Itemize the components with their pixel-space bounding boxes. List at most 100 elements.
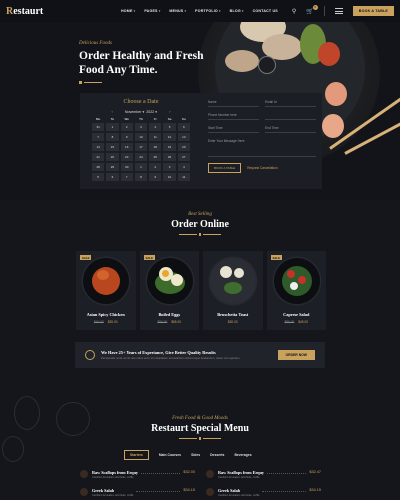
tab-starters[interactable]: Starters bbox=[124, 450, 149, 460]
menu-item-pages[interactable]: PAGES bbox=[144, 9, 160, 13]
request-cancellation-link[interactable]: Request Cancellation bbox=[247, 166, 277, 170]
product-name[interactable]: Caprese Salad bbox=[267, 312, 327, 317]
booking-form: Name Email Id Phone Number here Start Ti… bbox=[202, 93, 322, 189]
calendar-day[interactable]: 27 bbox=[177, 153, 190, 161]
calendar-day[interactable]: 4 bbox=[149, 123, 162, 131]
special-menu-section: Fresh Food & Good Moods Restaurt Special… bbox=[0, 390, 400, 500]
logo[interactable]: Restaurt bbox=[6, 6, 121, 17]
date-picker: Choose a Date ‹ November ▾ 2022 ▾ › Mo Tu… bbox=[80, 93, 202, 189]
search-icon[interactable]: ⚲ bbox=[292, 8, 296, 15]
calendar-day[interactable]: 2 bbox=[149, 163, 162, 171]
order-script-label: Best Selling bbox=[188, 212, 212, 217]
menu-item-home[interactable]: HOME bbox=[121, 9, 135, 13]
calendar-day[interactable]: 3 bbox=[163, 163, 176, 171]
calendar-day[interactable]: 3 bbox=[134, 123, 148, 131]
menu-item-thumb bbox=[80, 488, 88, 496]
calendar-day[interactable]: 21 bbox=[92, 153, 105, 161]
book-table-button[interactable]: BOOK A TABLE bbox=[352, 6, 394, 16]
calendar-day[interactable]: 15 bbox=[106, 143, 119, 151]
calendar-day[interactable]: 5 bbox=[163, 123, 176, 131]
order-now-button[interactable]: ORDER NOW bbox=[277, 350, 315, 360]
product-name[interactable]: Bruschetta Toast bbox=[203, 312, 263, 317]
cart-count-badge: 0 bbox=[312, 4, 318, 10]
calendar-day[interactable]: 12 bbox=[163, 133, 176, 141]
phone-field[interactable]: Phone Number here bbox=[208, 111, 259, 120]
calendar-day[interactable]: 17 bbox=[134, 143, 148, 151]
calendar-day[interactable]: 29 bbox=[106, 163, 119, 171]
chevron-right-icon[interactable]: › bbox=[169, 109, 170, 114]
menu-item[interactable]: Raw Scallops from Erquy Candied Jerusalem… bbox=[80, 470, 195, 479]
calendar-day[interactable]: 7 bbox=[120, 173, 133, 181]
product-image bbox=[273, 258, 320, 304]
calendar-day[interactable]: 11 bbox=[149, 133, 162, 141]
weekday-label: Tu bbox=[110, 117, 115, 121]
product-card[interactable]: Bruschetta Toast $30.00 bbox=[203, 251, 263, 330]
calendar-day[interactable]: 2 bbox=[120, 123, 133, 131]
tab-desserts[interactable]: Desserts bbox=[210, 453, 224, 457]
menu-item-portfolio[interactable]: PORTFOLIO bbox=[195, 9, 221, 13]
tab-beverages[interactable]: Beverages bbox=[234, 453, 251, 457]
product-card[interactable]: SALE Asian Spicy Chicken $40.00 $35.00 bbox=[76, 251, 136, 330]
calendar-day[interactable]: 11 bbox=[177, 173, 190, 181]
top-nav: Restaurt HOME PAGES MENUS PORTFOLIO BLOG… bbox=[0, 0, 400, 22]
calendar-day[interactable]: 5 bbox=[92, 173, 105, 181]
calendar-day[interactable]: 9 bbox=[149, 173, 162, 181]
menu-item[interactable]: Greek Salab Candied Jerusalem artichoke, … bbox=[206, 488, 321, 497]
calendar-day[interactable]: 13 bbox=[177, 133, 190, 141]
calendar-day[interactable]: 10 bbox=[163, 173, 176, 181]
tab-sides[interactable]: Sides bbox=[191, 453, 200, 457]
end-time-field[interactable]: End Time bbox=[265, 124, 316, 133]
calendar-day[interactable]: 22 bbox=[106, 153, 119, 161]
calendar-day[interactable]: 7 bbox=[92, 133, 105, 141]
name-field[interactable]: Name bbox=[208, 98, 259, 107]
product-name[interactable]: Boiled Eggs bbox=[140, 312, 200, 317]
calendar-day[interactable]: 4 bbox=[177, 163, 190, 171]
main-menu: HOME PAGES MENUS PORTFOLIO BLOG CONTACT … bbox=[121, 9, 278, 13]
calendar-day[interactable]: 8 bbox=[134, 173, 148, 181]
hero-text: Delicious Foods Order Healthy and Fresh … bbox=[79, 41, 209, 84]
start-time-field[interactable]: Start Time bbox=[208, 124, 259, 133]
calendar-day[interactable]: 14 bbox=[92, 143, 105, 151]
menu-item-contact[interactable]: CONTACT US bbox=[253, 9, 278, 13]
calendar-day[interactable]: 20 bbox=[177, 143, 190, 151]
tab-main-courses[interactable]: Main Courses bbox=[159, 453, 181, 457]
special-divider bbox=[0, 437, 400, 440]
product-card[interactable]: SALE Caprese Salad $50.00 $45.00 bbox=[266, 251, 327, 330]
calendar-month[interactable]: November bbox=[125, 110, 142, 114]
menu-item[interactable]: Greek Salab Candied Jerusalem artichoke, … bbox=[80, 488, 195, 497]
hero-title: Order Healthy and Fresh Food Any Time. bbox=[79, 50, 204, 76]
calendar-day[interactable]: 25 bbox=[149, 153, 162, 161]
calendar-day[interactable]: 10 bbox=[134, 133, 148, 141]
product-card[interactable]: SALE Boiled Eggs $56.00 $55.00 bbox=[139, 251, 200, 330]
calendar-day[interactable]: 18 bbox=[149, 143, 162, 151]
book-table-submit-button[interactable]: BOOK A TABLE bbox=[208, 163, 242, 173]
calendar-day[interactable]: 6 bbox=[106, 173, 119, 181]
calendar-day[interactable]: 28 bbox=[92, 163, 105, 171]
calendar-day[interactable]: 1 bbox=[106, 123, 119, 131]
calendar-day[interactable]: 23 bbox=[120, 153, 133, 161]
calendar-day[interactable]: 30 bbox=[120, 163, 133, 171]
email-field[interactable]: Email Id bbox=[265, 98, 316, 107]
menu-item[interactable]: Raw Scallops from Erquy Candied Jerusalem… bbox=[206, 470, 321, 479]
special-script-label: Fresh Food & Good Moods bbox=[172, 416, 228, 421]
chevron-left-icon[interactable]: ‹ bbox=[112, 109, 113, 114]
calendar-day[interactable]: 16 bbox=[120, 143, 133, 151]
calendar-day[interactable]: 19 bbox=[163, 143, 176, 151]
calendar-year[interactable]: 2022 bbox=[146, 110, 154, 114]
message-field[interactable]: Enter Your Message Here bbox=[208, 137, 316, 157]
people-select[interactable] bbox=[265, 111, 316, 120]
calendar-day[interactable]: 1 bbox=[134, 163, 148, 171]
calendar-day[interactable]: 9 bbox=[120, 133, 133, 141]
order-divider bbox=[0, 233, 400, 236]
hamburger-menu-icon[interactable] bbox=[334, 8, 343, 14]
calendar-day[interactable]: 24 bbox=[134, 153, 148, 161]
calendar-day[interactable]: 6 bbox=[177, 123, 190, 131]
menu-item-menus[interactable]: MENUS bbox=[169, 9, 186, 13]
product-name[interactable]: Asian Spicy Chicken bbox=[76, 312, 136, 317]
menu-item-blog[interactable]: BLOG bbox=[230, 9, 244, 13]
weekday-label: Sa bbox=[167, 117, 172, 121]
calendar-day[interactable]: 26 bbox=[163, 153, 176, 161]
calendar-day[interactable]: 31 bbox=[92, 123, 105, 131]
calendar-day[interactable]: 8 bbox=[106, 133, 119, 141]
cart-icon[interactable]: 🛒 0 bbox=[306, 4, 318, 15]
